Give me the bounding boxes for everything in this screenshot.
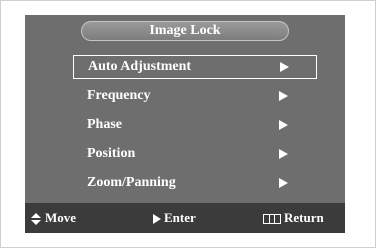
footer-move-label: Move — [45, 210, 77, 225]
menu-item-label: Position — [87, 146, 136, 161]
osd-menu-panel: Image Lock Auto Adjustment Frequency Pha… — [25, 15, 345, 233]
menu-list: Auto Adjustment Frequency Phase Position… — [73, 55, 317, 200]
right-triangle-icon — [153, 214, 161, 225]
screen-frame: Image Lock Auto Adjustment Frequency Pha… — [0, 0, 376, 248]
menu-item-zoom-panning[interactable]: Zoom/Panning — [73, 171, 317, 195]
footer-move: Move — [31, 203, 76, 233]
menu-title: Image Lock — [81, 21, 289, 41]
submenu-arrow-icon — [279, 178, 288, 188]
menu-item-phase[interactable]: Phase — [73, 113, 317, 137]
submenu-arrow-icon — [279, 149, 288, 159]
menu-item-position[interactable]: Position — [73, 142, 317, 166]
footer-return-label: Return — [284, 210, 324, 225]
footer-help-bar: Move Enter Return — [25, 203, 345, 233]
menu-item-label: Phase — [87, 117, 122, 132]
footer-return: Return — [263, 203, 324, 233]
menu-item-frequency[interactable]: Frequency — [73, 84, 317, 108]
menu-item-label: Zoom/Panning — [87, 175, 176, 190]
menu-item-label: Auto Adjustment — [88, 59, 192, 74]
submenu-arrow-icon — [279, 91, 288, 101]
submenu-arrow-icon — [280, 62, 289, 72]
footer-enter-label: Enter — [164, 210, 196, 225]
footer-enter: Enter — [153, 203, 196, 233]
submenu-arrow-icon — [279, 120, 288, 130]
menu-item-auto-adjustment[interactable]: Auto Adjustment — [73, 55, 317, 79]
up-down-arrows-icon — [31, 213, 42, 226]
menu-icon — [263, 214, 281, 225]
menu-item-label: Frequency — [87, 88, 151, 103]
